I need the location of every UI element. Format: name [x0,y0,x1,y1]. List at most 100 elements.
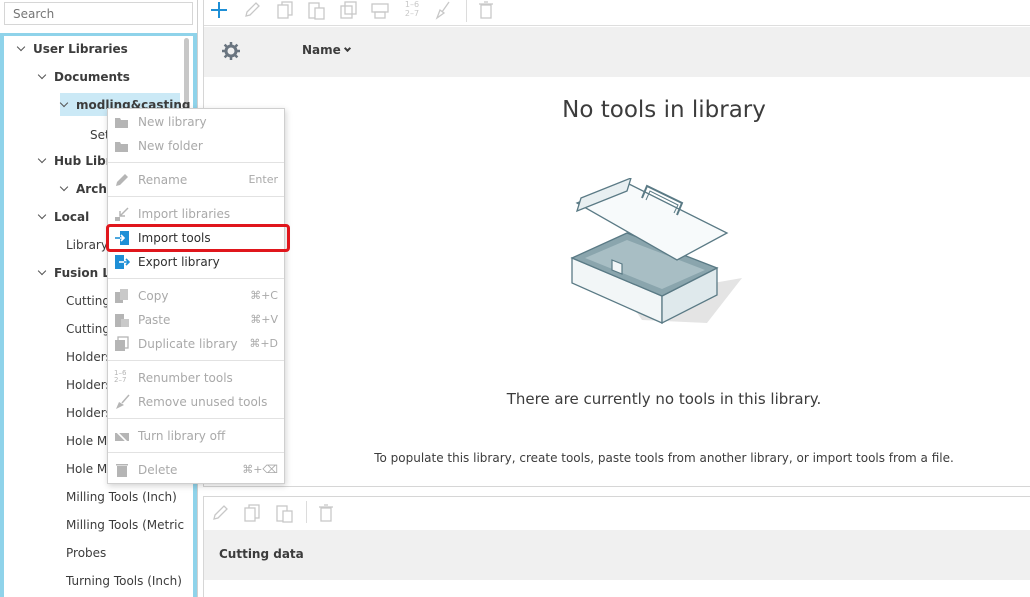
menu-item-duplicate-library[interactable]: Duplicate library ⌘+D [108,332,284,356]
tree-item-turning-inch[interactable]: Turning Tools (Inch) [66,569,182,593]
copy-icon[interactable] [242,503,262,523]
renumber-icon[interactable]: 1–6 2–7 [401,0,423,20]
copy-icon[interactable] [275,0,295,20]
trash-icon [114,462,130,478]
cutting-data-title: Cutting data [219,547,304,561]
tree-item-library[interactable]: Library [66,233,108,257]
tree-item-probes[interactable]: Probes [66,541,106,565]
menu-item-label: Renumber tools [138,371,233,385]
menu-item-new-folder[interactable]: New folder [108,134,284,158]
menu-item-label: Paste [138,313,171,327]
menu-separator [108,418,284,419]
menu-separator [108,196,284,197]
empty-state-hint: To populate this library, create tools, … [374,451,954,465]
menu-item-label: New folder [138,139,203,153]
broom-icon [114,394,130,410]
tree-item-holders-2[interactable]: Holders [66,373,112,397]
new-folder-icon [114,138,130,154]
tree-item-label: Probes [66,546,107,560]
menu-item-label: Rename [138,173,188,187]
print-icon[interactable] [370,0,390,20]
name-column-header[interactable]: Name [302,43,351,57]
pencil-icon [114,172,130,188]
delete-icon[interactable] [316,503,336,523]
menu-item-turn-library-off[interactable]: Turn library off [108,424,284,448]
library-off-icon [114,428,130,444]
menu-item-label: Export library [138,255,220,269]
menu-item-import-libraries[interactable]: Import libraries [108,202,284,226]
remove-unused-icon[interactable] [433,0,453,20]
menu-item-shortcut: Enter [248,173,278,186]
paste-icon[interactable] [274,503,294,523]
chevron-down-icon [39,67,51,91]
empty-state-message: There are currently no tools in this lib… [506,390,822,408]
menu-item-label: Copy [138,289,169,303]
menu-item-paste[interactable]: Paste ⌘+V [108,308,284,332]
renumber-bottom-text: 2–7 [404,9,420,18]
export-library-icon [114,254,131,270]
tree-item-user-libraries[interactable]: User Libraries [18,37,128,61]
menu-item-export-library[interactable]: Export library [108,250,284,274]
tree-item-label: Milling Tools (Inch) [66,490,177,504]
menu-item-remove-unused-tools[interactable]: Remove unused tools [108,390,284,414]
tree-item-archive[interactable]: Archi [61,177,111,201]
menu-item-rename[interactable]: Rename Enter [108,168,284,192]
menu-item-label: Remove unused tools [138,395,268,409]
edit-icon[interactable] [242,0,262,20]
menu-separator [108,452,284,453]
import-libraries-icon [114,206,130,222]
delete-icon[interactable] [476,0,496,20]
tree-item-label: Holders [66,378,112,392]
cutting-data-panel: Cutting data [203,496,1030,597]
toolbox-illustration [567,176,747,328]
menu-item-copy[interactable]: Copy ⌘+C [108,284,284,308]
tree-item-milling-metric[interactable]: Milling Tools (Metric [66,513,184,537]
tree-item-label: Archi [76,182,111,196]
menu-item-label: Duplicate library [138,337,238,351]
cutting-data-toolbar [204,497,1030,530]
tree-item-label: Local [54,210,90,224]
import-tools-highlight-box [106,224,290,252]
cutting-data-header: Cutting data [204,530,1030,580]
menu-item-shortcut: ⌘+C [250,289,278,302]
tree-item-cutting-1[interactable]: Cutting [66,289,110,313]
search-input[interactable] [4,2,193,25]
empty-state-title: No tools in library [562,97,766,123]
menu-item-shortcut: ⌘+V [250,313,278,326]
chevron-down-icon [343,44,351,53]
tree-item-local[interactable]: Local [39,205,89,229]
new-library-icon [114,114,130,130]
tool-list-header: Name [204,27,1030,77]
paste-icon[interactable] [306,0,326,20]
renumber-bottom-text: 2–7 [114,376,127,384]
tree-item-label: Holders [66,406,112,420]
duplicate-icon[interactable] [339,0,359,20]
tool-list-panel: 1–6 2–7 Name No tools in library There a… [203,0,1030,487]
chevron-down-icon [39,151,51,175]
copy-icon [114,288,130,304]
tree-item-documents[interactable]: Documents [39,65,130,89]
chevron-down-icon [61,95,73,119]
tree-item-holders-3[interactable]: Holders [66,401,112,425]
menu-item-shortcut: ⌘+D [249,337,278,350]
menu-item-delete[interactable]: Delete ⌘+⌫ [108,458,284,482]
chevron-down-icon [61,179,73,203]
edit-icon[interactable] [210,503,230,523]
tree-item-label: Milling Tools (Metric [66,518,185,532]
tree-item-label: Holders [66,350,112,364]
renumber-icon: 1–6 2–7 [114,370,130,386]
menu-item-renumber-tools[interactable]: 1–6 2–7 Renumber tools [108,366,284,390]
tree-item-label: Turning Tools (Inch) [66,574,182,588]
menu-separator [108,360,284,361]
gear-icon[interactable] [221,41,241,61]
add-tool-icon[interactable] [209,0,229,20]
renumber-top-text: 1–6 [404,0,420,9]
tree-item-holders-1[interactable]: Holders [66,345,112,369]
tree-item-cutting-2[interactable]: Cutting [66,317,110,341]
menu-item-new-library[interactable]: New library [108,110,284,134]
context-menu: New library New folder Rename Enter Impo… [107,108,285,484]
tree-item-milling-inch[interactable]: Milling Tools (Inch) [66,485,177,509]
menu-item-label: Turn library off [138,429,226,443]
chevron-down-icon [39,207,51,231]
name-column-label: Name [302,43,341,57]
